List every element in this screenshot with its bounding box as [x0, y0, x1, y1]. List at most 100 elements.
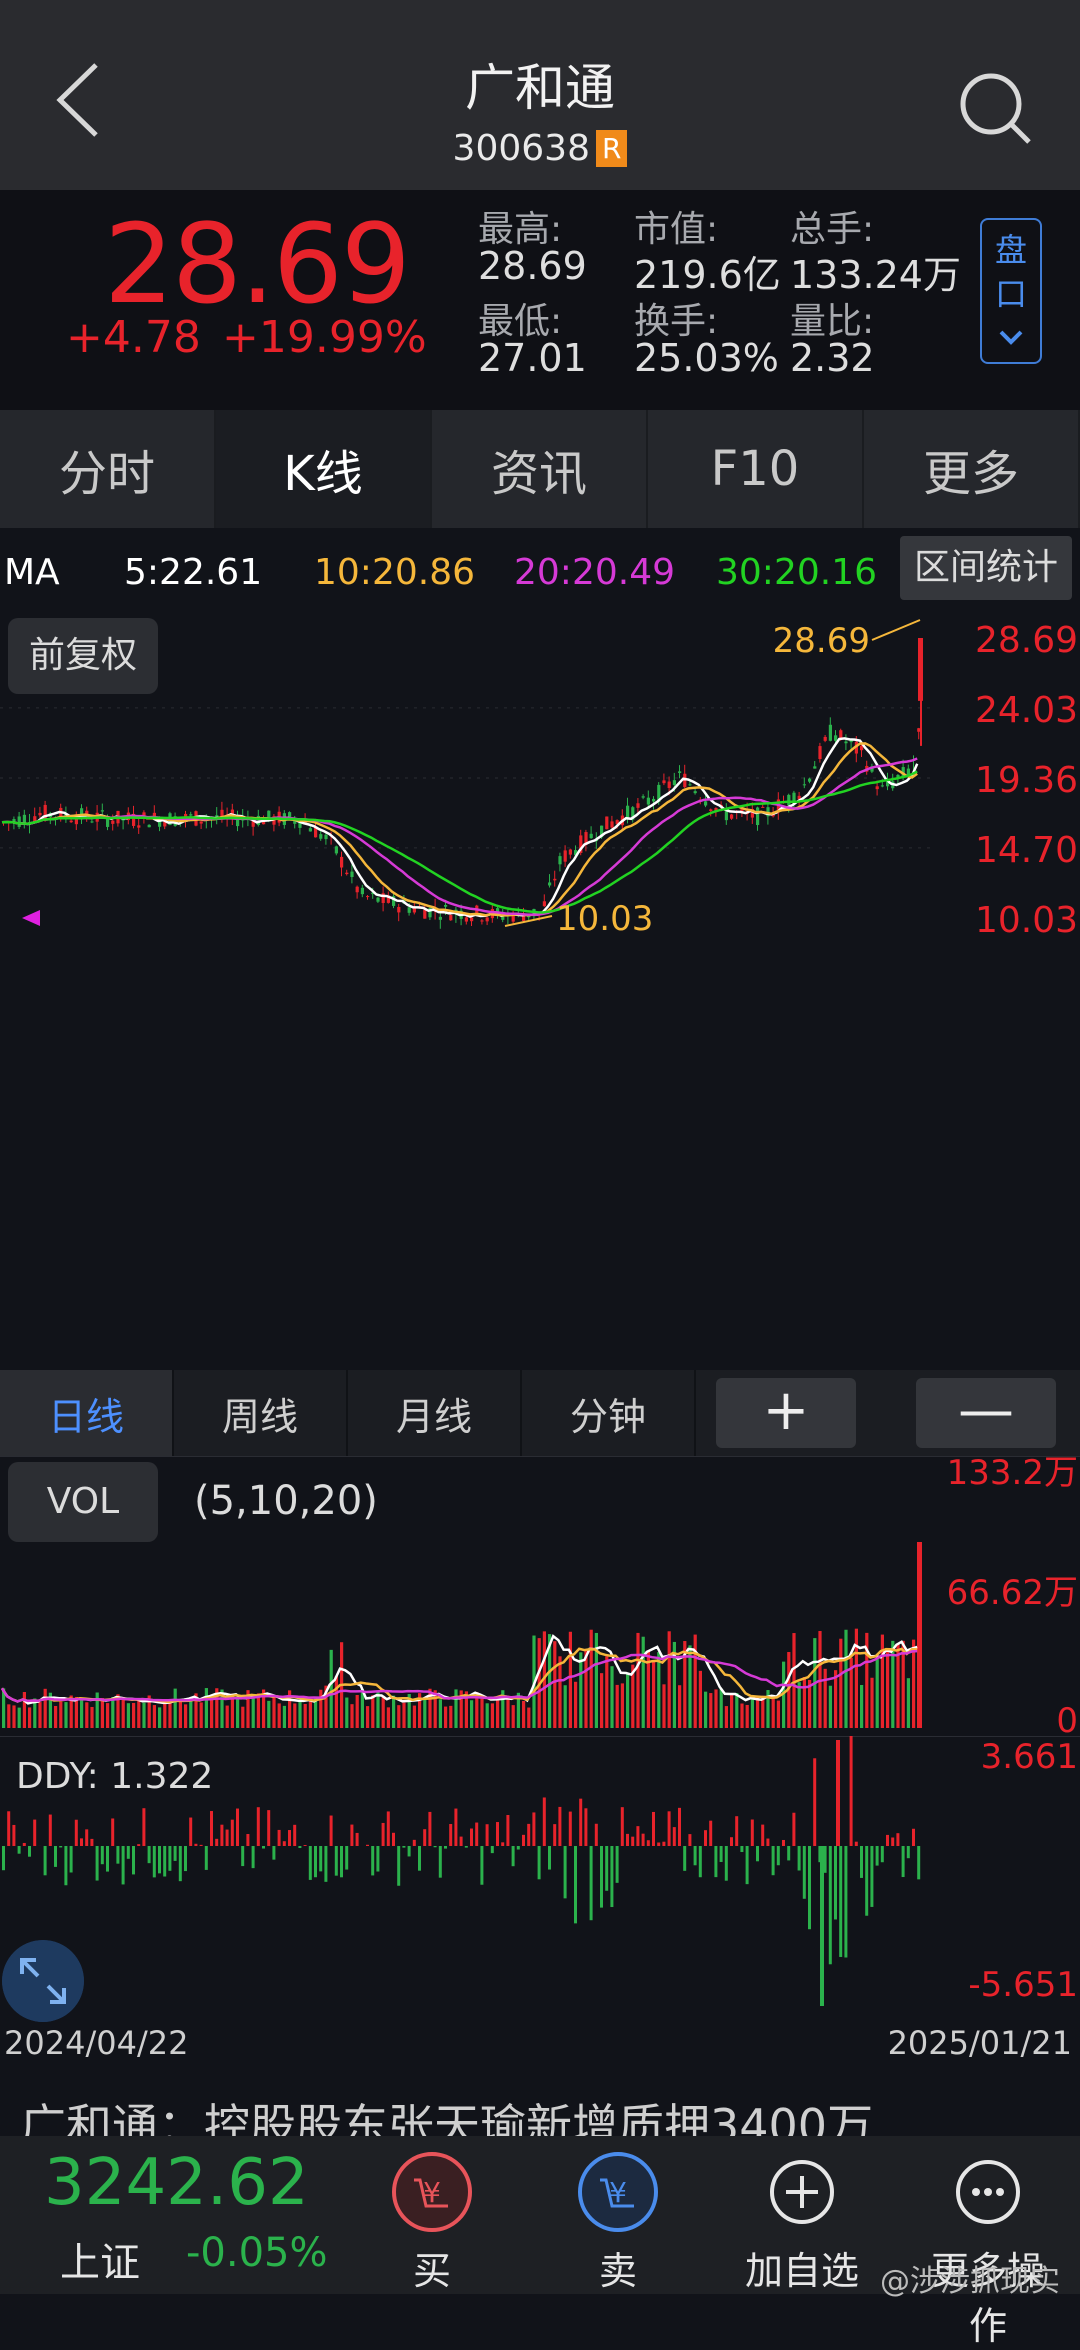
ddy-bar [662, 1842, 665, 1846]
candle-body [813, 766, 816, 768]
volume-indicator-button[interactable]: VOL [8, 1462, 158, 1542]
candle-body [439, 917, 442, 920]
volume-bar [59, 1702, 62, 1728]
ddy-bar [574, 1846, 577, 1923]
interval-stats-button[interactable]: 区间统计 [900, 536, 1072, 600]
volume-bar [491, 1703, 494, 1728]
stat-value-turnover: 25.03% [634, 336, 779, 380]
volume-bar [824, 1669, 827, 1728]
volume-bar [480, 1699, 483, 1728]
period-monthly[interactable]: 月线 [348, 1370, 522, 1456]
ddy-bar [59, 1846, 62, 1847]
ddy-bar [257, 1807, 260, 1846]
ddy-bar [2, 1846, 5, 1870]
volume-bar [678, 1685, 681, 1728]
volume-bar [668, 1631, 671, 1728]
ddy-bar [564, 1846, 567, 1898]
more-actions-button[interactable]: 更多操作 [918, 2150, 1058, 2350]
expand-icon[interactable] [2, 1940, 84, 2022]
price-change-percent: +19.99% [222, 312, 427, 363]
candle-body [335, 846, 338, 853]
ddy-bar [683, 1846, 686, 1871]
candle-body [803, 784, 806, 785]
stat-value-mktcap: 219.6亿 [634, 244, 781, 299]
volume-bar [512, 1705, 515, 1728]
ddy-bar [340, 1846, 343, 1877]
volume-bar [272, 1697, 275, 1728]
ddy-bar [309, 1846, 312, 1880]
volume-bar [657, 1652, 660, 1728]
sell-cart-icon: ¥ [576, 2150, 660, 2234]
buy-button[interactable]: ¥ 买 [362, 2150, 502, 2295]
ddy-bar [434, 1846, 437, 1847]
candle-body [70, 821, 73, 823]
ma-label: MA [4, 552, 60, 593]
volume-bar [704, 1692, 707, 1728]
period-minute[interactable]: 分钟 [522, 1370, 696, 1456]
volume-bar [423, 1698, 426, 1728]
volume-bar [444, 1707, 447, 1728]
price-axis-label: 28.69 [975, 620, 1078, 661]
ddy-bar [642, 1834, 645, 1846]
candle-body [38, 813, 41, 815]
candle-body [90, 821, 93, 822]
ddy-bar [298, 1846, 301, 1848]
ddy-bar [293, 1825, 296, 1846]
tab-intraday[interactable]: 分时 [0, 410, 216, 528]
volume-bar [413, 1706, 416, 1728]
volume-bar [860, 1685, 863, 1728]
ddy-bar [798, 1846, 801, 1871]
volume-bar [636, 1633, 639, 1728]
price-adjust-button[interactable]: 前复权 [8, 618, 158, 694]
ddy-bar [371, 1846, 374, 1875]
volume-bar [642, 1637, 645, 1728]
tab-f10[interactable]: F10 [648, 410, 864, 528]
ddy-bar [506, 1815, 509, 1846]
ddy-bar [64, 1846, 67, 1885]
ddy-bar [392, 1833, 395, 1846]
ddy-bar [324, 1846, 327, 1882]
zoom-out-button[interactable]: — [916, 1378, 1056, 1448]
ddy-bar [236, 1809, 239, 1846]
volume-chart[interactable]: 133.2万66.62万0 [0, 1456, 1080, 1736]
ddy-bar [590, 1846, 593, 1920]
candle-body [881, 785, 884, 786]
volume-bar [184, 1704, 187, 1728]
ma10-value: 10:20.86 [314, 552, 475, 593]
kline-chart[interactable]: 28.6924.0319.3614.7010.0328.6910.03 [0, 600, 1080, 1370]
ddy-bar [605, 1846, 608, 1891]
candle-body [465, 917, 468, 921]
ddy-bar [579, 1799, 582, 1846]
ddy-label: DDY: 1.322 [16, 1756, 213, 1797]
tab-kline[interactable]: K线 [216, 410, 432, 528]
ddy-bar [267, 1810, 270, 1846]
ddy-bar [18, 1846, 21, 1854]
search-icon[interactable] [955, 68, 1035, 148]
order-book-label: 盘口 [994, 228, 1028, 316]
add-watchlist-button[interactable]: 加自选 [732, 2150, 872, 2295]
tab-news[interactable]: 资讯 [432, 410, 648, 528]
ddy-bar [153, 1846, 156, 1877]
start-date: 2024/04/22 [4, 2024, 188, 2062]
period-daily[interactable]: 日线 [0, 1370, 174, 1456]
period-weekly[interactable]: 周线 [174, 1370, 348, 1456]
tab-more[interactable]: 更多 [864, 410, 1080, 528]
volume-bar [699, 1671, 702, 1728]
volume-bar [709, 1693, 712, 1728]
volume-bar [132, 1703, 135, 1728]
volume-bar [798, 1682, 801, 1728]
ddy-bar [896, 1833, 899, 1846]
ddy-bar [626, 1834, 629, 1846]
volume-bar [740, 1704, 743, 1728]
volume-bar [527, 1708, 530, 1728]
ddy-bar [558, 1807, 561, 1846]
zoom-in-button[interactable]: + [716, 1378, 856, 1448]
index-value[interactable]: 3242.62 [44, 2146, 309, 2220]
ddy-bar [376, 1846, 379, 1872]
high-price-marker: 28.69 [773, 621, 870, 661]
volume-bar [569, 1632, 572, 1728]
plus-circle-icon [760, 2150, 844, 2234]
order-book-toggle-button[interactable]: 盘口 [980, 218, 1042, 364]
sell-button[interactable]: ¥ 卖 [548, 2150, 688, 2295]
candle-body [444, 905, 447, 907]
